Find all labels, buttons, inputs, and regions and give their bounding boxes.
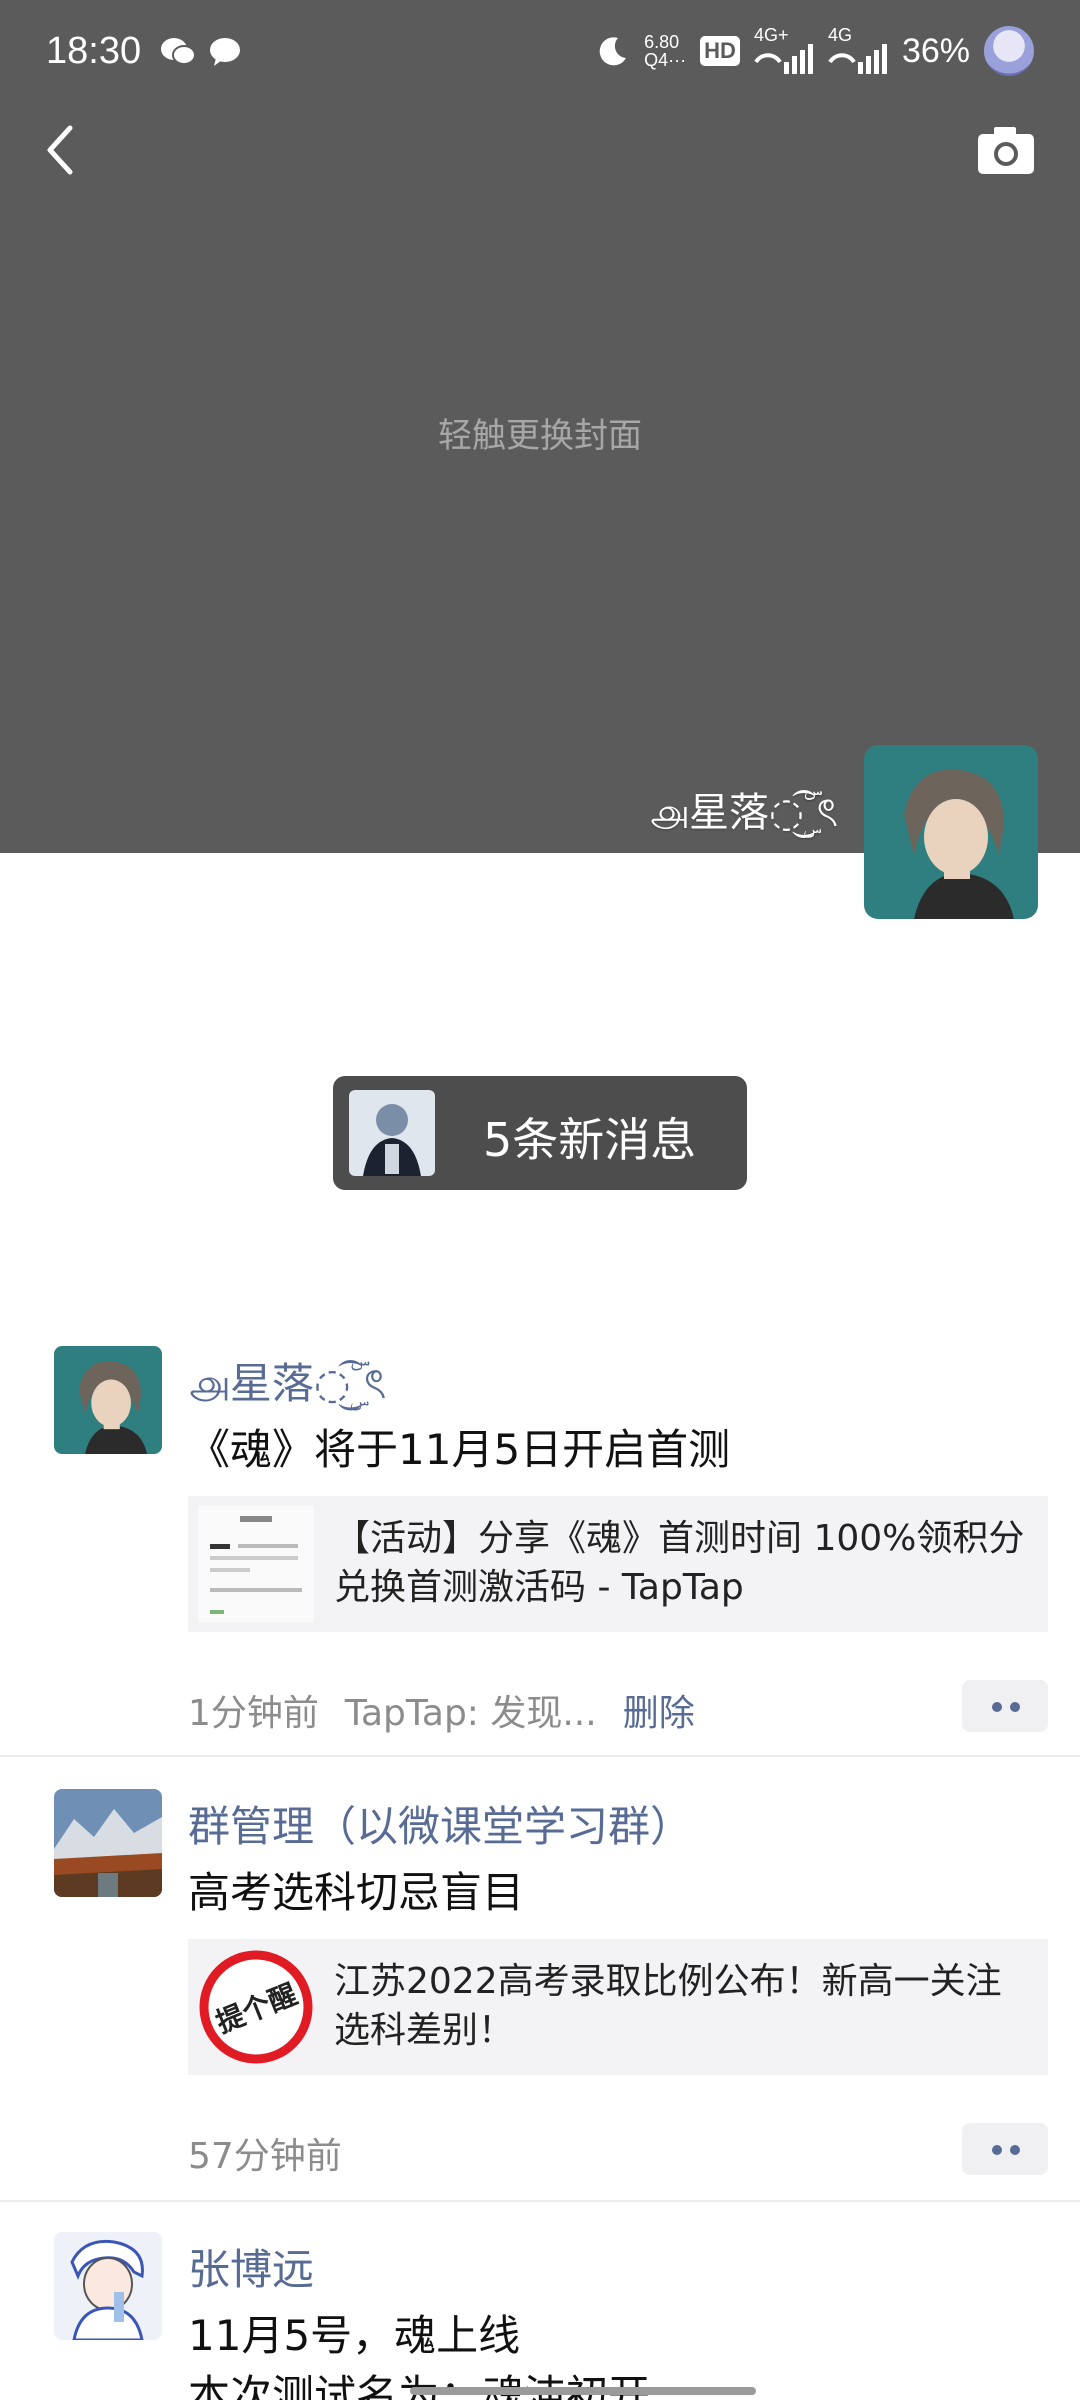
- moon-icon: [599, 37, 627, 66]
- dot-icon: [992, 1702, 1002, 1712]
- post-text: 高考选科切忌盲目: [188, 1868, 525, 1917]
- signal-4g-plus-icon: 4G+: [754, 26, 814, 76]
- dot-icon: [1010, 2145, 1020, 2155]
- signal-4g-icon: 4G: [828, 26, 888, 76]
- change-cover-hint[interactable]: 轻触更换封面: [0, 408, 1080, 457]
- new-messages-badge[interactable]: 5条新消息: [333, 1076, 747, 1190]
- post-author-avatar[interactable]: [54, 2232, 162, 2340]
- net-speed-unit: Q4···: [644, 50, 687, 70]
- divider: [0, 1755, 1080, 1757]
- post-meta: 57分钟前: [188, 2127, 342, 2179]
- shared-link-card[interactable]: 【活动】分享《魂》首测时间 100%领积分兑换首测激活码 - TapTap: [188, 1496, 1048, 1632]
- post-author-name[interactable]: 张博远: [188, 2236, 314, 2297]
- dot-icon: [1010, 1702, 1020, 1712]
- post-source[interactable]: TapTap: 发现...: [345, 1693, 597, 1734]
- post-text: 《魂》将于11月5日开启首测: [188, 1425, 731, 1474]
- link-thumbnail: 提个醒: [198, 1949, 314, 2065]
- link-title: 【活动】分享《魂》首测时间 100%领积分兑换首测激活码 - TapTap: [334, 1518, 1025, 1608]
- new-message-avatar: [349, 1090, 435, 1176]
- post-text-line: 11月5号，魂上线: [188, 2311, 521, 2360]
- wechat-notification-icon: [161, 38, 196, 65]
- chevron-left-icon: [47, 125, 73, 175]
- battery-percentage: 36%: [901, 31, 970, 70]
- profile-name[interactable]: ௮星落◌ۣۜۜ͜͡ ৎ: [649, 780, 838, 848]
- dot-icon: [992, 2145, 1002, 2155]
- hd-icon: HD: [700, 36, 740, 66]
- status-time: 18:30: [46, 30, 142, 72]
- camera-icon: [978, 127, 1034, 174]
- back-button[interactable]: [36, 120, 96, 180]
- divider: [0, 2200, 1080, 2202]
- message-notification-icon: [210, 38, 240, 66]
- post-author-name[interactable]: ௮星落◌ۣۜۜ͜͡ ৎ: [188, 1350, 386, 1422]
- more-actions-button[interactable]: [962, 1680, 1048, 1732]
- net-speed-value: 6.80: [644, 32, 680, 52]
- post-author-name[interactable]: 群管理（以微课堂学习群）: [188, 1793, 692, 1854]
- post-author-avatar[interactable]: [54, 1346, 162, 1454]
- camera-button[interactable]: [976, 122, 1036, 178]
- profile-avatar[interactable]: [864, 745, 1038, 919]
- link-thumbnail: [198, 1506, 314, 1622]
- new-messages-label: 5条新消息: [483, 1113, 697, 1167]
- status-bar: 18:30 6.80 Q4··· HD 4G+ 4G 36%: [0, 0, 1080, 110]
- home-indicator[interactable]: [410, 2387, 756, 2395]
- post-time: 1分钟前: [188, 1693, 319, 1734]
- post-meta: 1分钟前 TapTap: 发现... 删除: [188, 1684, 695, 1736]
- link-title: 江苏2022高考录取比例公布！新高一关注选科差别！: [334, 1961, 1002, 2051]
- post-author-avatar[interactable]: [54, 1789, 162, 1897]
- status-avatar-icon: [984, 26, 1034, 76]
- shared-link-card[interactable]: 提个醒 江苏2022高考录取比例公布！新高一关注选科差别！: [188, 1939, 1048, 2075]
- delete-link[interactable]: 删除: [623, 1693, 695, 1734]
- more-actions-button[interactable]: [962, 2123, 1048, 2175]
- post-time: 57分钟前: [188, 2136, 342, 2177]
